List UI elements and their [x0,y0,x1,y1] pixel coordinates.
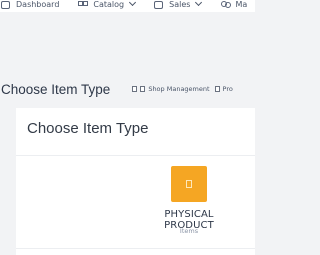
nav-management-label: Ma [235,0,248,9]
breadcrumb-item[interactable]: Pro [223,85,233,93]
sales-icon [154,0,164,9]
separator-icon [140,86,146,92]
card-title: Choose Item Type [27,120,149,137]
nav-sales-label: Sales [169,0,191,9]
breadcrumb-item[interactable]: Shop Management [148,85,209,93]
page-header: Choose Item Type Shop Management Pro [0,78,255,100]
page-title: Choose Item Type [1,81,111,97]
physical-product-option[interactable] [171,166,207,202]
chevron-down-icon [129,0,137,7]
people-icon [220,0,232,9]
nav-management[interactable]: Ma [220,0,248,12]
nav-catalog-label: Catalog [93,0,125,9]
divider [16,248,255,249]
nav-catalog[interactable]: Catalog [78,0,137,12]
divider [16,155,255,156]
box-icon [186,180,192,188]
nav-dashboard[interactable]: Dashboard [1,0,60,12]
grid-icon [78,0,89,9]
chevron-down-icon [195,0,203,7]
dashboard-icon [1,0,10,9]
nav-sales[interactable]: Sales [154,0,203,12]
physical-product-subtitle: Items [179,227,199,235]
breadcrumb: Shop Management Pro [132,85,238,93]
nav-dashboard-label: Dashboard [16,0,60,9]
home-icon[interactable] [132,86,138,92]
separator-icon [214,86,220,92]
top-navigation: Dashboard Catalog Sales Ma [0,0,255,12]
